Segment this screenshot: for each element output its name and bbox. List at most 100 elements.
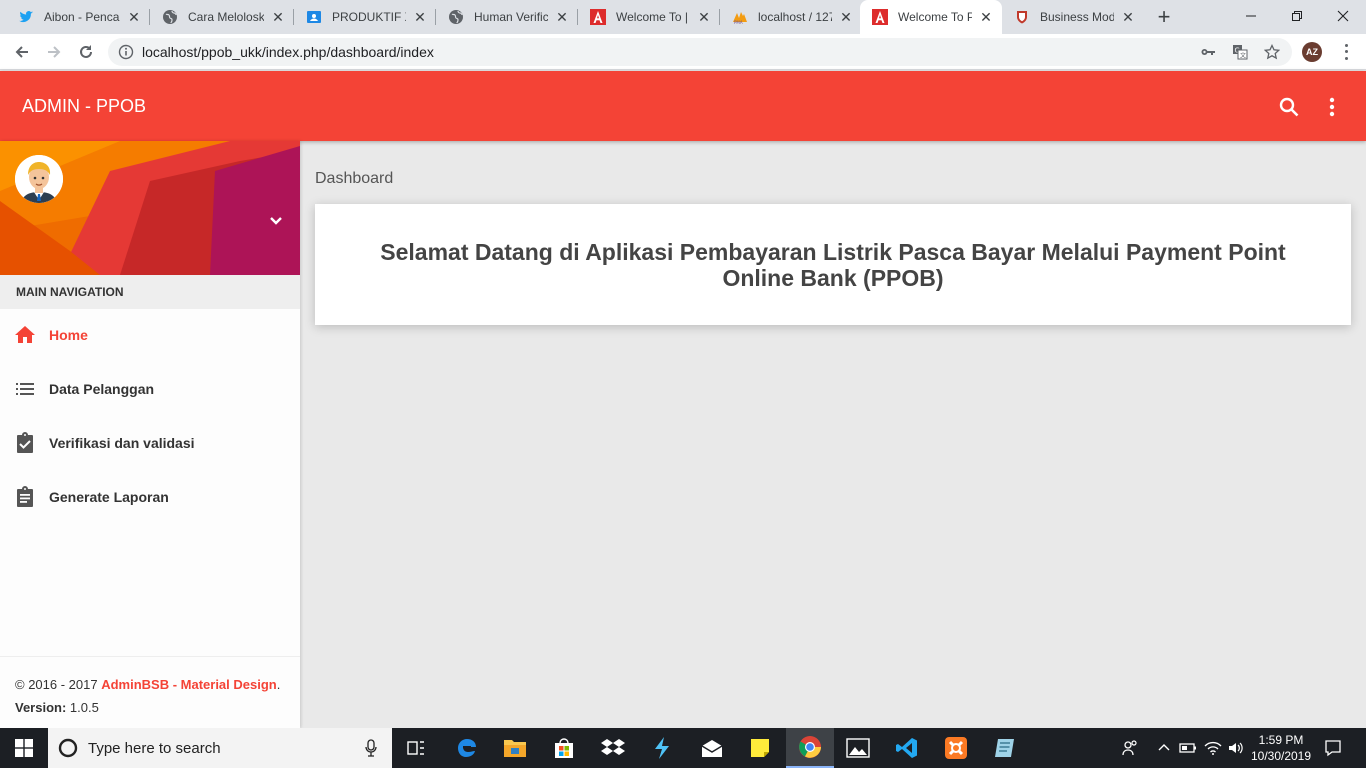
copyright-period: . xyxy=(276,677,281,692)
close-window-button[interactable] xyxy=(1320,0,1366,32)
taskbar-photos[interactable] xyxy=(834,728,882,768)
taskbar-chrome[interactable] xyxy=(786,728,834,768)
tab-title: Welcome To | A xyxy=(616,10,690,24)
adminbsb-link[interactable]: AdminBSB - Material Design xyxy=(101,677,277,692)
tab-title: Welcome To PPOB xyxy=(898,10,972,24)
browser-tab[interactable]: Human Verification ✕ xyxy=(436,0,578,34)
bolt-icon xyxy=(655,737,669,759)
restore-icon xyxy=(1292,11,1302,21)
browser-tab[interactable]: Cara Meloloskan ✕ xyxy=(150,0,294,34)
browser-tab[interactable]: Aibon - Pencari ✕ xyxy=(6,0,150,34)
tab-title: localhost / 127 xyxy=(758,10,832,24)
sidebar-item-home[interactable]: Home xyxy=(0,308,300,362)
wifi-icon[interactable] xyxy=(1203,738,1223,758)
close-icon[interactable]: ✕ xyxy=(412,9,428,25)
sidebar-item-generate-laporan[interactable]: Generate Laporan xyxy=(0,470,300,524)
taskbar-sticky-notes[interactable] xyxy=(736,728,784,768)
browser-tab[interactable]: PRODUKTIF XII ✕ xyxy=(294,0,436,34)
clock-date: 10/30/2019 xyxy=(1250,749,1312,763)
shield-icon xyxy=(1014,9,1030,25)
minimize-button[interactable] xyxy=(1228,0,1274,32)
back-button[interactable] xyxy=(10,40,34,64)
notification-icon[interactable] xyxy=(1323,738,1343,758)
tab-title: Aibon - Pencari xyxy=(44,10,120,24)
tab-title: PRODUKTIF XII xyxy=(332,10,406,24)
browser-tab[interactable]: Business Model ✕ xyxy=(1002,0,1144,34)
windows-taskbar: Type here to search 1:59 PM 10/30/2019 xyxy=(0,728,1366,768)
taskbar-sublime[interactable] xyxy=(638,728,686,768)
more-vert-icon[interactable] xyxy=(1320,95,1344,119)
browser-tab[interactable]: PMA localhost / 127 ✕ xyxy=(720,0,862,34)
info-icon[interactable] xyxy=(118,44,134,60)
search-icon[interactable] xyxy=(1277,95,1301,119)
browser-tab-active[interactable]: Welcome To PPOB ✕ xyxy=(860,0,1002,34)
taskbar-vscode[interactable] xyxy=(883,728,931,768)
close-icon[interactable]: ✕ xyxy=(270,9,286,25)
home-icon xyxy=(14,324,36,346)
page-title: Dashboard xyxy=(315,170,394,187)
close-icon[interactable]: ✕ xyxy=(838,9,854,25)
cortana-icon xyxy=(58,738,78,758)
taskbar-file-explorer[interactable] xyxy=(491,728,539,768)
edge-icon xyxy=(458,739,476,757)
avatar[interactable] xyxy=(15,155,63,203)
taskbar-clock[interactable]: 1:59 PM 10/30/2019 xyxy=(1248,732,1314,764)
tab-title: Cara Meloloskan xyxy=(188,10,264,24)
url-text: localhost/ppob_ukk/index.php/dashboard/i… xyxy=(142,44,434,60)
version-label: Version: xyxy=(15,700,67,715)
volume-icon[interactable] xyxy=(1226,738,1246,758)
close-icon[interactable]: ✕ xyxy=(1120,9,1136,25)
arrow-right-icon xyxy=(48,46,61,58)
sidebar-item-data-pelanggan[interactable]: Data Pelanggan xyxy=(0,362,300,416)
battery-icon[interactable] xyxy=(1178,738,1198,758)
tab-title: Human Verification xyxy=(474,10,548,24)
vscode-icon xyxy=(896,738,917,758)
folder-icon xyxy=(504,740,526,757)
new-tab-button[interactable]: + xyxy=(1152,4,1176,29)
address-bar[interactable]: localhost/ppob_ukk/index.php/dashboard/i… xyxy=(108,38,1292,66)
browser-toolbar: localhost/ppob_ukk/index.php/dashboard/i… xyxy=(0,34,1366,70)
dropbox-icon xyxy=(601,739,625,755)
copyright-prefix: © 2016 - 2017 xyxy=(15,677,102,692)
translate-icon[interactable]: G文 xyxy=(1232,44,1248,60)
more-vert-icon[interactable] xyxy=(1338,42,1354,62)
clock-time: 1:59 PM xyxy=(1258,733,1304,747)
version-text: Version: 1.0.5 xyxy=(15,696,285,719)
list-icon xyxy=(14,378,36,400)
close-icon[interactable]: ✕ xyxy=(696,9,712,25)
taskbar-search-input[interactable]: Type here to search xyxy=(48,728,392,768)
taskbar-mail[interactable] xyxy=(688,728,736,768)
microphone-icon[interactable] xyxy=(364,739,378,757)
welcome-card: Selamat Datang di Aplikasi Pembayaran Li… xyxy=(315,204,1351,325)
taskbar-dropbox[interactable] xyxy=(589,728,637,768)
people-icon[interactable] xyxy=(1120,738,1140,758)
reload-button[interactable] xyxy=(74,40,98,64)
key-icon[interactable] xyxy=(1200,44,1216,60)
sidebar-item-label: Data Pelanggan xyxy=(49,381,155,397)
menu-header: MAIN NAVIGATION xyxy=(0,275,300,309)
start-button[interactable] xyxy=(0,728,48,768)
mail-icon xyxy=(701,740,723,757)
close-icon[interactable]: ✕ xyxy=(554,9,570,25)
close-icon[interactable]: ✕ xyxy=(978,9,994,25)
windows-logo-icon xyxy=(15,739,33,757)
restore-button[interactable] xyxy=(1274,0,1320,32)
chevron-up-icon[interactable] xyxy=(1154,738,1174,758)
taskbar-edge[interactable] xyxy=(443,728,491,768)
sidebar-item-verifikasi[interactable]: Verifikasi dan validasi xyxy=(0,416,300,470)
taskbar-store[interactable] xyxy=(540,728,588,768)
arrow-left-icon xyxy=(15,46,28,58)
task-view-button[interactable] xyxy=(392,728,440,768)
store-icon xyxy=(555,738,573,758)
phpmyadmin-icon: PMA xyxy=(732,9,748,25)
angular-icon xyxy=(590,9,606,25)
close-icon[interactable]: ✕ xyxy=(126,9,142,25)
taskbar-xampp[interactable] xyxy=(932,728,980,768)
taskbar-app[interactable] xyxy=(981,728,1029,768)
forward-button[interactable] xyxy=(42,40,66,64)
star-icon[interactable] xyxy=(1264,44,1280,60)
browser-tab[interactable]: Welcome To | A ✕ xyxy=(578,0,720,34)
profile-avatar[interactable]: AZ xyxy=(1302,42,1322,62)
brand-title[interactable]: ADMIN - PPOB xyxy=(22,96,146,117)
chevron-down-icon[interactable] xyxy=(266,211,286,231)
